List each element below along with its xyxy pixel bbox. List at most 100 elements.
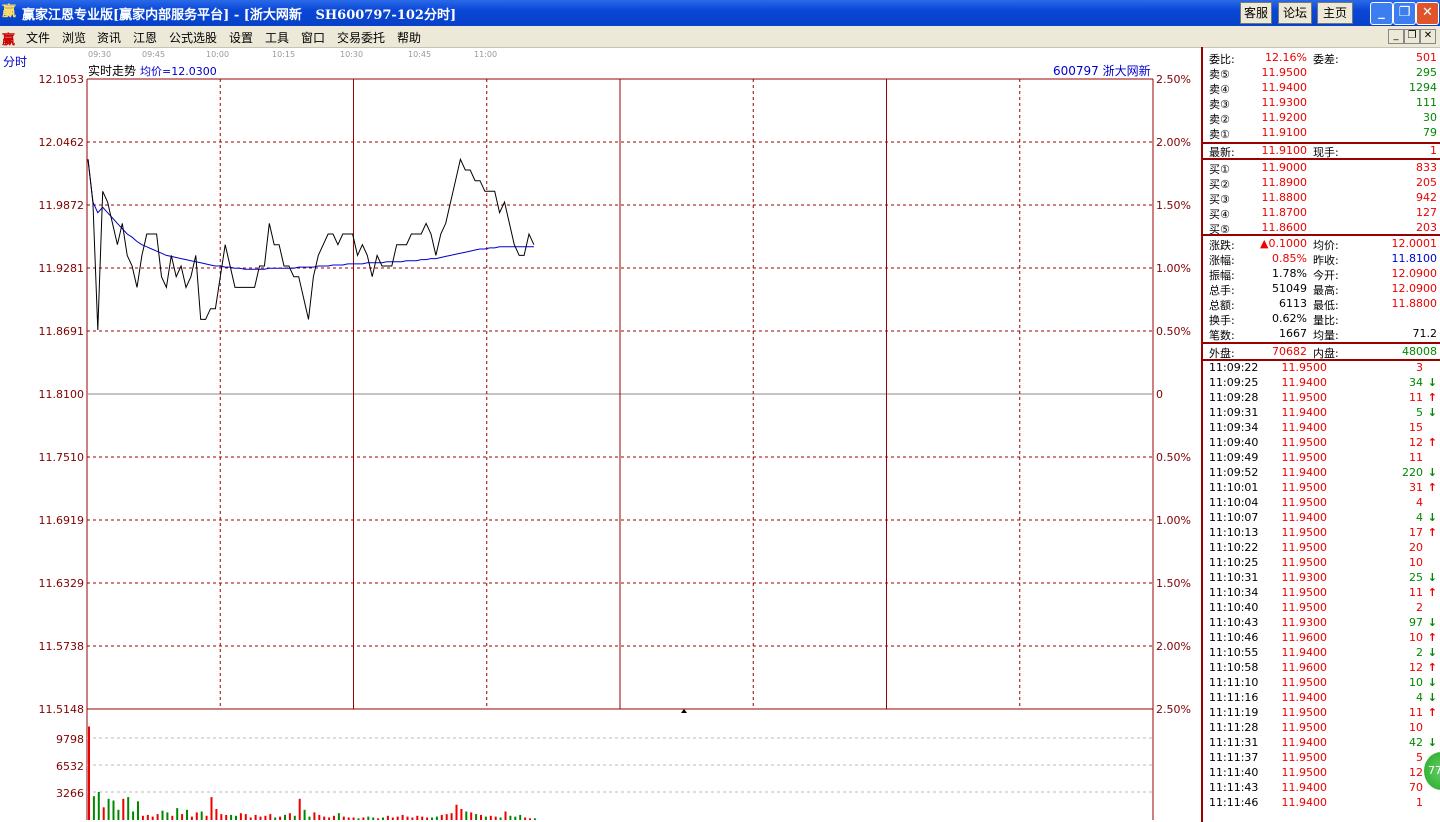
close-icon[interactable]: ✕: [1416, 2, 1439, 25]
minimize-icon[interactable]: _: [1370, 2, 1393, 25]
mdi-close-icon[interactable]: ✕: [1420, 29, 1436, 44]
volume-bar: [333, 815, 335, 820]
volume-bar: [328, 817, 331, 820]
volume-bar: [141, 815, 144, 820]
arrow-up-icon: ↑: [1427, 391, 1437, 404]
tick-row: 11:11:19 11.9500 11 ↑: [1209, 706, 1437, 719]
tick-row: 11:10:58 11.9600 12 ↑: [1209, 661, 1437, 674]
volume-bar: [431, 817, 433, 820]
tick-row: 11:10:40 11.9500 2: [1209, 601, 1423, 614]
volume-bar: [176, 808, 179, 820]
forum-button[interactable]: 论坛: [1278, 2, 1312, 24]
volume-bar: [151, 816, 154, 820]
volume-bar: [259, 816, 262, 820]
volume-bar: [156, 814, 159, 820]
tick-row: 11:10:13 11.9500 17 ↑: [1209, 526, 1437, 539]
volume-bar: [127, 797, 130, 820]
volume-bar: [284, 814, 286, 820]
buy-level-row: 买③ 11.8800 942: [1209, 191, 1437, 206]
tick-row: 11:10:04 11.9500 4: [1209, 496, 1423, 509]
volume-bar: [499, 817, 502, 820]
volume-bar: [298, 798, 301, 820]
arrow-up-icon: ↑: [1427, 586, 1437, 599]
volume-bar: [293, 815, 296, 820]
volume-bar: [352, 817, 355, 820]
volume-bar: [337, 813, 340, 820]
volume-bar: [161, 810, 164, 820]
volume-bar: [303, 809, 306, 820]
tick-row: 11:10:31 11.9300 25 ↓: [1209, 571, 1437, 584]
stat-row: 总手: 51049 最高: 12.0900: [1209, 282, 1437, 297]
stat-row: 笔数: 1667 均量: 71.2: [1209, 327, 1437, 342]
volume-bar: [372, 817, 375, 820]
chart-grid: [86, 78, 1154, 820]
volume-bar: [92, 796, 95, 820]
quote-panel: 委比: 12.16% 委差: 501 卖⑤ 11.9500 295 卖④ 11.9400…: [1201, 47, 1440, 822]
volume-bar: [137, 801, 139, 820]
volume-bar: [426, 817, 429, 820]
volume-bar: [391, 817, 394, 820]
arrow-down-icon: ↓: [1427, 406, 1437, 419]
tick-row: 11:09:31 11.9400 5 ↓: [1209, 406, 1437, 419]
mdi-minimize-icon[interactable]: _: [1388, 29, 1404, 44]
tick-row: 11:11:10 11.9500 10 ↓: [1209, 676, 1437, 689]
mdi-restore-icon[interactable]: ❐: [1404, 29, 1420, 44]
volume-bar: [455, 804, 458, 820]
volume-bar: [406, 816, 409, 820]
volume-bar: [529, 818, 531, 820]
arrow-down-icon: ↓: [1427, 736, 1437, 749]
arrow-up-icon: ↑: [1427, 526, 1437, 539]
volume-bar: [347, 817, 350, 820]
volume-bar: [440, 814, 443, 820]
tick-row: 11:11:46 11.9400 1: [1209, 796, 1423, 809]
arrow-up-icon: ↑: [1427, 481, 1437, 494]
volume-bar: [377, 818, 380, 820]
volume-bar: [382, 817, 384, 820]
arrow-down-icon: ↓: [1427, 616, 1437, 629]
volume-bar: [132, 811, 135, 820]
tick-row: 11:11:31 11.9400 42 ↓: [1209, 736, 1437, 749]
tick-row: 11:10:25 11.9500 10: [1209, 556, 1423, 569]
bid-ask-ratio-row: 委比: 12.16% 委差: 501: [1209, 51, 1437, 66]
latest-price-row: 最新: 11.9100 现手: 1: [1209, 144, 1437, 159]
volume-bar: [249, 817, 252, 820]
volume-bar: [171, 815, 174, 820]
volume-bar: [205, 815, 208, 820]
homepage-button[interactable]: 主页: [1317, 2, 1353, 24]
buy-level-row: 买④ 11.8700 127: [1209, 206, 1437, 221]
tick-row: 11:09:49 11.9500 11: [1209, 451, 1423, 464]
tick-row: 11:10:46 11.9600 10 ↑: [1209, 631, 1437, 644]
volume-bar: [220, 814, 223, 820]
arrow-down-icon: ↓: [1427, 676, 1437, 689]
buy-level-row: 买① 11.9000 833: [1209, 161, 1437, 176]
tick-row: 11:09:22 11.9500 3: [1209, 361, 1423, 374]
volume-bar: [181, 814, 184, 820]
restore-icon[interactable]: ❐: [1393, 2, 1416, 25]
volume-bar: [489, 815, 492, 820]
arrow-up-icon: ↑: [1427, 436, 1437, 449]
customer-service-button[interactable]: 客服: [1240, 2, 1272, 24]
sell-level-row: 卖① 11.9100 79: [1209, 126, 1437, 141]
arrow-down-icon: ↓: [1427, 571, 1437, 584]
tick-row: 11:10:43 11.9300 97 ↓: [1209, 616, 1437, 629]
volume-bar: [239, 813, 242, 820]
intraday-chart[interactable]: [0, 0, 1200, 822]
volume-bar: [200, 811, 203, 820]
volume-bar: [112, 800, 115, 820]
volume-bar: [190, 816, 193, 820]
tick-row: 11:09:52 11.9400 220 ↓: [1209, 466, 1437, 479]
volume-bar: [342, 816, 345, 820]
buy-level-row: 买② 11.8900 205: [1209, 176, 1437, 191]
volume-bar: [166, 812, 169, 820]
arrow-down-icon: ↓: [1427, 646, 1437, 659]
volume-bar: [230, 814, 233, 820]
volume-bar: [494, 816, 497, 820]
volume-bar: [313, 812, 316, 820]
volume-bar: [274, 817, 277, 820]
volume-bar: [279, 816, 282, 820]
stat-row: 振幅: 1.78% 今开: 12.0900: [1209, 267, 1437, 282]
arrow-up-icon: ↑: [1427, 706, 1437, 719]
volume-bar: [484, 816, 487, 820]
volume-bar: [460, 809, 463, 820]
tick-row: 11:10:07 11.9400 4 ↓: [1209, 511, 1437, 524]
